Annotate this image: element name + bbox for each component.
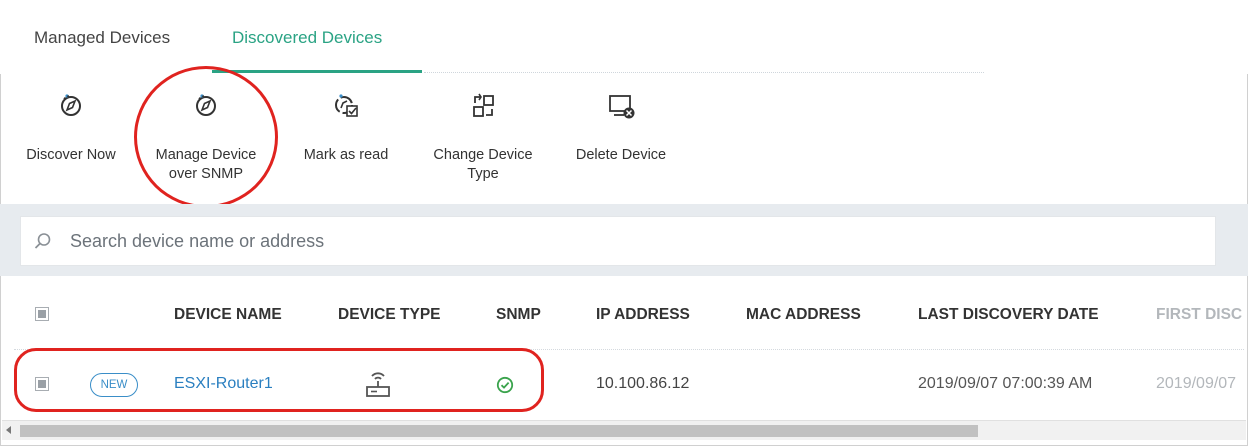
discover-now-button[interactable]: Discover Now <box>16 86 126 165</box>
mark-as-read-button[interactable]: Mark as read <box>294 86 398 165</box>
scroll-left-arrow-icon[interactable] <box>6 426 11 434</box>
column-device-name[interactable]: DEVICE NAME <box>174 306 282 324</box>
toolbar: Discover Now Manage Device over SNMP Mar… <box>0 76 1248 204</box>
header-divider <box>14 349 1244 350</box>
search-input[interactable] <box>70 228 1170 254</box>
table-header: DEVICE NAME DEVICE TYPE SNMP IP ADDRESS … <box>0 286 1248 346</box>
column-device-type[interactable]: DEVICE TYPE <box>338 306 441 324</box>
manage-device-over-snmp-label: Manage Device over SNMP <box>155 147 257 182</box>
last-discovery-value: 2019/09/07 07:00:39 AM <box>918 375 1093 392</box>
active-tab-indicator <box>212 70 422 73</box>
column-snmp[interactable]: SNMP <box>496 306 541 324</box>
manage-device-over-snmp-button[interactable]: Manage Device over SNMP <box>148 86 264 184</box>
first-discovery-value: 2019/09/07 <box>1156 375 1237 392</box>
change-device-type-button[interactable]: Change Device Type <box>424 86 542 184</box>
device-name-link[interactable]: ESXI-Router1 <box>174 375 273 393</box>
change-device-type-label: Change Device Type <box>433 147 533 182</box>
new-badge: NEW <box>90 373 138 397</box>
delete-device-label: Delete Device <box>575 147 667 163</box>
select-all-checkbox[interactable] <box>35 307 49 321</box>
row-checkbox[interactable] <box>35 377 49 391</box>
change-type-icon <box>473 93 494 117</box>
compass-icon <box>61 94 81 116</box>
search-icon <box>34 233 51 249</box>
tab-divider <box>424 72 984 73</box>
horizontal-scrollbar[interactable] <box>2 420 1246 440</box>
delete-device-icon <box>609 95 635 119</box>
tab-bar: Managed Devices Discovered Devices <box>0 0 1248 74</box>
mark-as-read-label: Mark as read <box>303 147 389 163</box>
column-first-discovery-date[interactable]: FIRST DISC <box>1156 306 1242 324</box>
column-last-discovery-date[interactable]: LAST DISCOVERY DATE <box>918 306 1099 324</box>
scrollbar-thumb[interactable] <box>20 425 978 437</box>
column-ip-address[interactable]: IP ADDRESS <box>596 306 690 324</box>
discover-now-label: Discover Now <box>26 147 116 163</box>
mark-read-icon <box>335 94 358 117</box>
delete-device-button[interactable]: Delete Device <box>562 86 680 165</box>
ip-address-value: 10.100.86.12 <box>596 375 690 392</box>
compass-icon <box>196 94 216 116</box>
router-icon <box>366 372 390 397</box>
check-circle-icon <box>496 376 514 394</box>
column-mac-address[interactable]: MAC ADDRESS <box>746 306 861 324</box>
tab-discovered-devices[interactable]: Discovered Devices <box>232 28 382 48</box>
tab-managed-devices[interactable]: Managed Devices <box>34 28 170 48</box>
